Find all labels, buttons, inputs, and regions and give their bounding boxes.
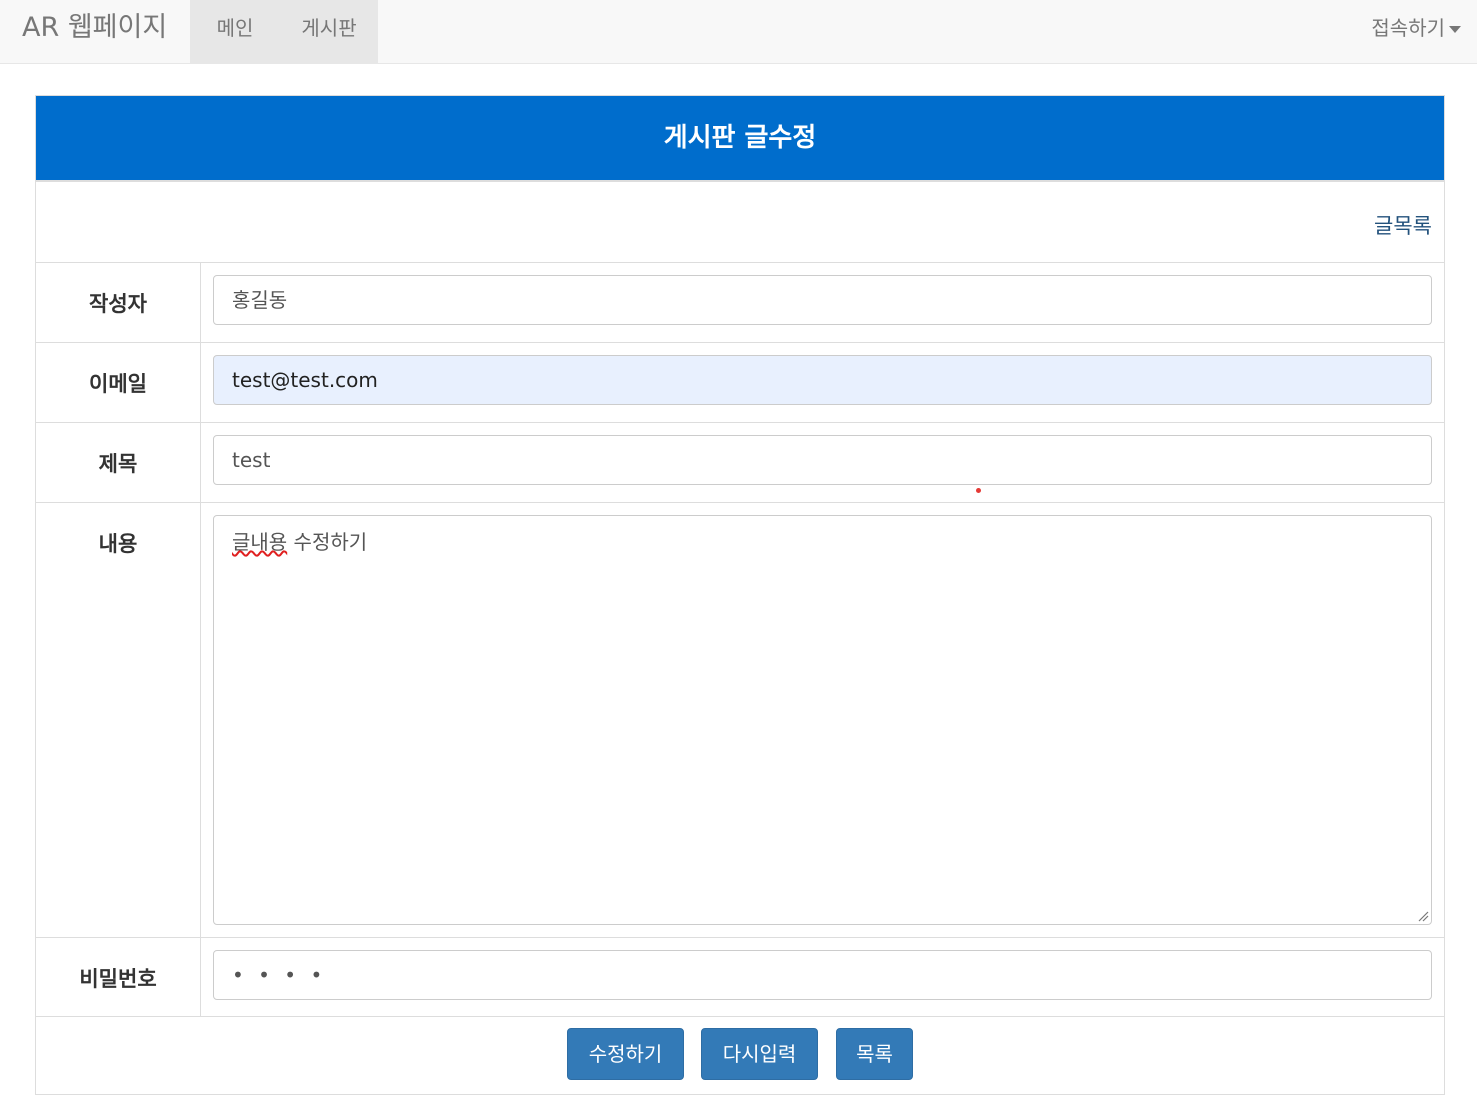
- red-dot: [976, 488, 981, 493]
- password-input[interactable]: • • • •: [213, 950, 1432, 1000]
- divider: [36, 342, 1444, 343]
- post-list-link[interactable]: 글목록: [1374, 210, 1432, 240]
- divider: [36, 422, 1444, 423]
- content-label: 내용: [98, 532, 138, 556]
- content-textarea[interactable]: 글내용 수정하기: [213, 515, 1432, 925]
- resize-handle-icon[interactable]: [1417, 910, 1429, 922]
- connect-label: 접속하기: [1371, 16, 1445, 40]
- connect-dropdown[interactable]: 접속하기: [1371, 0, 1461, 64]
- email-label: 이메일: [89, 372, 147, 396]
- edit-panel: 게시판 글수정 글목록 작성자 홍길동 이메일 test@test.com 제목…: [35, 95, 1445, 1095]
- panel-title: 게시판 글수정: [36, 96, 1444, 182]
- reset-button[interactable]: 다시입력: [701, 1028, 818, 1080]
- author-label: 작성자: [89, 292, 147, 316]
- divider: [36, 1016, 1444, 1017]
- column-divider: [200, 262, 201, 1016]
- divider: [36, 937, 1444, 938]
- submit-edit-button[interactable]: 수정하기: [567, 1028, 684, 1080]
- divider: [36, 262, 1444, 263]
- email-input[interactable]: test@test.com: [213, 355, 1432, 405]
- subject-label: 제목: [98, 452, 138, 476]
- caret-down-icon: [1449, 26, 1461, 33]
- navbar: AR 웹페이지 메인 게시판 접속하기: [0, 0, 1477, 64]
- password-label: 비밀번호: [79, 967, 157, 991]
- nav-item-board[interactable]: 게시판: [280, 0, 378, 64]
- list-button[interactable]: 목록: [836, 1028, 913, 1080]
- divider: [36, 502, 1444, 503]
- content-text: 수정하기: [287, 530, 368, 554]
- nav-item-main[interactable]: 메인: [190, 0, 280, 64]
- brand-logo[interactable]: AR 웹페이지: [22, 0, 167, 64]
- content-text-misspelled: 글내용: [232, 530, 288, 554]
- subject-input[interactable]: test: [213, 435, 1432, 485]
- author-input[interactable]: 홍길동: [213, 275, 1432, 325]
